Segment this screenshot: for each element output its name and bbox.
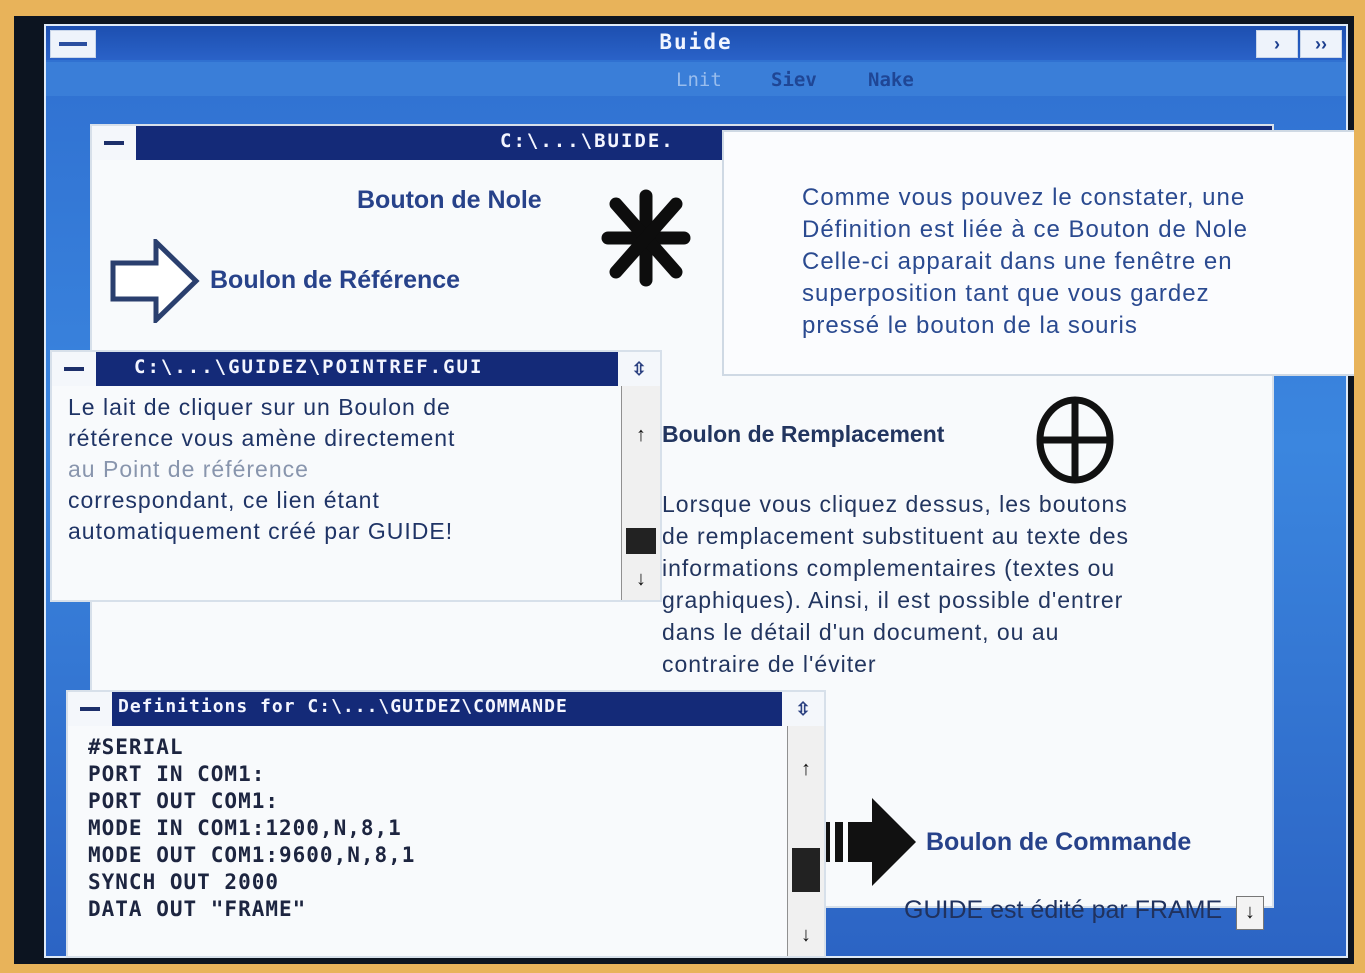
replacement-text-line: de remplacement substituent au texte des — [662, 523, 1130, 549]
definitions-window: Definitions for C:\...\GUIDEZ\COMMANDE ⇳… — [66, 690, 826, 958]
note-definition-line: Celle-ci apparait dans une fenêtre en — [802, 248, 1233, 275]
command-button[interactable]: Boulon de Commande — [926, 828, 1191, 857]
pointref-scrollbar[interactable]: ↑ ↓ — [621, 386, 660, 600]
app-title-bar[interactable]: Buide › ›› — [46, 26, 1346, 60]
replacement-cross-icon[interactable] — [1034, 394, 1116, 486]
pointref-system-menu-icon[interactable] — [52, 352, 96, 386]
definitions-title: Definitions for C:\...\GUIDEZ\COMMANDE — [118, 696, 568, 717]
pointref-window: C:\...\GUIDEZ\POINTREF.GUI ⇳ Le lait de … — [50, 350, 662, 602]
pointref-title: C:\...\GUIDEZ\POINTREF.GUI — [134, 356, 484, 378]
definition-line: PORT OUT COM1: — [88, 789, 280, 813]
command-arrow-icon[interactable] — [820, 794, 920, 890]
guide-app-window: Buide › ›› Lnit Siev Nake C:\...\BUIDE. … — [44, 24, 1354, 958]
definition-line: PORT IN COM1: — [88, 762, 266, 786]
definitions-title-bar[interactable]: Definitions for C:\...\GUIDEZ\COMMANDE ⇳ — [68, 692, 824, 726]
app-title: Buide — [659, 30, 733, 54]
menu-siev[interactable]: Siev — [771, 69, 817, 91]
note-definition-line: Définition est liée à ce Bouton de Nole — [802, 216, 1248, 243]
definitions-scroll-thumb[interactable] — [792, 848, 820, 892]
menu-lnit[interactable]: Lnit — [676, 69, 722, 91]
replacement-text: Lorsque vous cliquez dessus, les boutons… — [662, 488, 1129, 680]
note-asterisk-icon[interactable] — [600, 188, 692, 288]
menu-nake[interactable]: Nake — [868, 69, 914, 91]
definitions-scrollbar[interactable]: ↑ ↓ — [787, 726, 824, 956]
definitions-system-menu-icon[interactable] — [68, 692, 112, 726]
minimize-button[interactable]: › — [1256, 30, 1298, 58]
pointref-text: Le lait de cliquer sur un Boulon de rété… — [68, 392, 608, 547]
note-definition-line: Comme vous pouvez le constater, une — [802, 184, 1246, 211]
pointref-text-line: correspondant, ce lien étant — [68, 487, 380, 513]
pointref-text-line: Le lait de cliquer sur un Boulon de — [68, 394, 451, 420]
replacement-text-line: dans le détail d'un document, ou au — [662, 619, 1060, 645]
reference-arrow-icon[interactable] — [110, 239, 200, 323]
definition-line: MODE IN COM1:1200,N,8,1 — [88, 816, 402, 840]
definition-line: SYNCH OUT 2000 — [88, 870, 280, 894]
note-definition-line: superposition tant que vous gardez — [802, 280, 1210, 307]
note-button[interactable]: Bouton de Nole — [357, 186, 542, 215]
pointref-text-line: automatiquement créé par GUIDE! — [68, 518, 454, 544]
publisher-note: GUIDE est édité par FRAME — [904, 896, 1223, 924]
replacement-text-line: contraire de l'éviter — [662, 651, 877, 677]
pointref-text-line: rétérence vous amène directement — [68, 425, 456, 451]
scroll-up-arrow-icon[interactable]: ↑ — [788, 754, 824, 784]
document-scroll-down-button[interactable]: ↓ — [1236, 896, 1264, 930]
definitions-size-button[interactable]: ⇳ — [782, 692, 824, 726]
replacement-button[interactable]: Boulon de Remplacement — [662, 421, 944, 448]
replacement-text-line: Lorsque vous cliquez dessus, les boutons — [662, 491, 1128, 517]
reference-point-link[interactable]: au Point de référence — [68, 454, 608, 485]
replacement-text-line: graphiques). Ainsi, il est possible d'en… — [662, 587, 1124, 613]
replacement-text-line: informations complementaires (textes ou — [662, 555, 1116, 581]
note-definition-line: pressé le bouton de la souris — [802, 312, 1138, 339]
definition-line: MODE OUT COM1:9600,N,8,1 — [88, 843, 416, 867]
document-system-menu-icon[interactable] — [92, 126, 136, 160]
definition-line: DATA OUT "FRAME" — [88, 897, 307, 921]
monitor-screen: Buide › ›› Lnit Siev Nake C:\...\BUIDE. … — [14, 16, 1354, 964]
scroll-down-arrow-icon[interactable]: ↓ — [622, 564, 660, 594]
scroll-up-arrow-icon[interactable]: ↑ — [622, 420, 660, 450]
definition-line: #SERIAL — [88, 735, 184, 759]
pointref-title-bar[interactable]: C:\...\GUIDEZ\POINTREF.GUI ⇳ — [52, 352, 660, 386]
note-definition-text: Comme vous pouvez le constater, une Défi… — [802, 182, 1248, 342]
scroll-down-arrow-icon[interactable]: ↓ — [788, 920, 824, 950]
maximize-button[interactable]: ›› — [1300, 30, 1342, 58]
note-definition-popup: Comme vous pouvez le constater, une Défi… — [722, 130, 1354, 376]
pointref-scroll-thumb[interactable] — [626, 528, 656, 554]
definitions-text: #SERIAL PORT IN COM1: PORT OUT COM1: MOD… — [88, 734, 415, 923]
menu-bar: Lnit Siev Nake — [46, 62, 1346, 96]
document-title: C:\...\BUIDE. — [500, 130, 675, 152]
pointref-size-button[interactable]: ⇳ — [618, 352, 660, 386]
reference-button[interactable]: Boulon de Référence — [210, 266, 460, 295]
